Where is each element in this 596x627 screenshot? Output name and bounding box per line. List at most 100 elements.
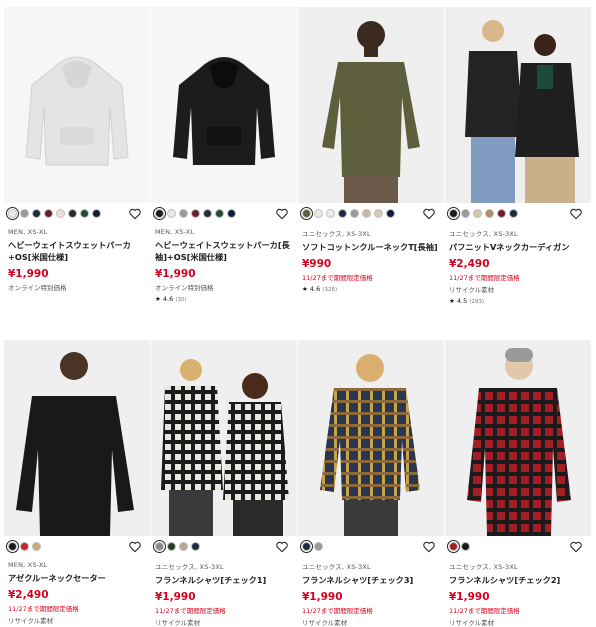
color-swatch[interactable] xyxy=(20,542,29,551)
color-swatch[interactable] xyxy=(362,209,371,218)
color-swatch[interactable] xyxy=(191,209,200,218)
color-swatch[interactable] xyxy=(80,209,89,218)
product-photo xyxy=(445,340,591,536)
heart-outline-icon[interactable] xyxy=(275,540,289,554)
product-name[interactable]: フランネルシャツ[チェック3] xyxy=(302,574,444,586)
color-swatch[interactable] xyxy=(153,207,166,220)
color-swatches xyxy=(6,207,101,220)
product-price: ¥1,990 xyxy=(155,268,196,280)
color-swatches xyxy=(153,540,200,553)
color-swatch[interactable] xyxy=(473,209,482,218)
color-swatch[interactable] xyxy=(153,540,166,553)
product-price: ¥2,490 xyxy=(8,589,49,601)
product-note: リサイクル素材 xyxy=(8,617,54,625)
product-photo xyxy=(151,7,297,203)
color-swatch[interactable] xyxy=(338,209,347,218)
product-photo xyxy=(4,340,150,536)
product-price: ¥1,990 xyxy=(302,591,343,603)
product-gender-size: ユニセックス, XS-3XL xyxy=(449,230,518,238)
product-name[interactable]: ソフトコットンクルーネックT[長袖] xyxy=(302,241,444,253)
color-swatch[interactable] xyxy=(461,209,470,218)
rating-value: ★ 4.6 xyxy=(155,295,174,303)
color-swatch[interactable] xyxy=(497,209,506,218)
color-swatch[interactable] xyxy=(20,209,29,218)
product-card[interactable]: MEN, XS-XL ヘビーウェイトスウェットパーカ+OS[米国仕様] ¥1,9… xyxy=(4,7,150,292)
product-card[interactable]: MEN, XS-XL アゼクルーネックセーター ¥2,490 11/27まで期間… xyxy=(4,340,150,625)
product-card[interactable]: ユニセックス, XS-3XL フランネルシャツ[チェック2] ¥1,990 11… xyxy=(445,340,591,627)
color-swatch[interactable] xyxy=(6,540,19,553)
rating: ★ 4.5 (293) xyxy=(449,297,591,305)
product-image[interactable] xyxy=(445,340,591,536)
product-gender-size: MEN, XS-XL xyxy=(155,228,195,236)
rating-value: ★ 4.5 xyxy=(449,297,468,305)
product-name[interactable]: アゼクルーネックセーター xyxy=(8,572,150,584)
color-swatch[interactable] xyxy=(32,209,41,218)
heart-outline-icon[interactable] xyxy=(569,207,583,221)
color-swatch[interactable] xyxy=(350,209,359,218)
promo-text: 11/27まで期間限定価格 xyxy=(449,274,520,282)
color-swatch[interactable] xyxy=(215,209,224,218)
color-swatch[interactable] xyxy=(6,207,19,220)
product-card[interactable]: MEN, XS-XL ヘビーウェイトスウェットパーカ[長袖]+OS[米国仕様] … xyxy=(151,7,297,303)
color-swatch[interactable] xyxy=(326,209,335,218)
color-swatch[interactable] xyxy=(485,209,494,218)
color-swatch[interactable] xyxy=(92,209,101,218)
product-image[interactable] xyxy=(151,7,297,203)
heart-outline-icon[interactable] xyxy=(422,540,436,554)
color-swatch[interactable] xyxy=(44,209,53,218)
color-swatch[interactable] xyxy=(447,207,460,220)
heart-outline-icon[interactable] xyxy=(422,207,436,221)
color-swatch[interactable] xyxy=(179,542,188,551)
product-card[interactable]: ユニセックス, XS-3XL フランネルシャツ[チェック3] ¥1,990 11… xyxy=(298,340,444,627)
product-price: ¥1,990 xyxy=(155,591,196,603)
color-swatch[interactable] xyxy=(68,209,77,218)
product-name[interactable]: フランネルシャツ[チェック2] xyxy=(449,574,591,586)
product-name[interactable]: ヘビーウェイトスウェットパーカ+OS[米国仕様] xyxy=(8,239,150,263)
product-name[interactable]: フランネルシャツ[チェック1] xyxy=(155,574,297,586)
color-swatch[interactable] xyxy=(167,209,176,218)
product-image[interactable] xyxy=(298,340,444,536)
color-swatch[interactable] xyxy=(461,542,470,551)
color-swatches xyxy=(6,540,41,553)
heart-outline-icon[interactable] xyxy=(569,540,583,554)
product-gender-size: ユニセックス, XS-3XL xyxy=(302,230,371,238)
product-price: ¥990 xyxy=(302,258,332,270)
color-swatch[interactable] xyxy=(300,540,313,553)
product-image[interactable] xyxy=(445,7,591,203)
color-swatch[interactable] xyxy=(56,209,65,218)
color-swatch[interactable] xyxy=(509,209,518,218)
color-swatch[interactable] xyxy=(227,209,236,218)
color-swatch[interactable] xyxy=(167,542,176,551)
product-card[interactable]: ユニセックス, XS-3XL ソフトコットンクルーネックT[長袖] ¥990 1… xyxy=(298,7,444,293)
product-image[interactable] xyxy=(4,340,150,536)
color-swatches xyxy=(447,207,518,220)
product-card[interactable]: ユニセックス, XS-3XL パフニットVネックカーディガン ¥2,490 11… xyxy=(445,7,591,305)
color-swatch[interactable] xyxy=(447,540,460,553)
product-price: ¥2,490 xyxy=(449,258,490,270)
product-image[interactable] xyxy=(151,340,297,536)
color-swatch[interactable] xyxy=(374,209,383,218)
product-photo xyxy=(298,7,444,203)
product-name[interactable]: ヘビーウェイトスウェットパーカ[長袖]+OS[米国仕様] xyxy=(155,239,297,263)
color-swatch[interactable] xyxy=(386,209,395,218)
color-swatch[interactable] xyxy=(314,542,323,551)
product-card[interactable]: ユニセックス, XS-3XL フランネルシャツ[チェック1] ¥1,990 11… xyxy=(151,340,297,627)
rating-value: ★ 4.6 xyxy=(302,285,321,293)
color-swatch[interactable] xyxy=(203,209,212,218)
product-gender-size: ユニセックス, XS-3XL xyxy=(155,563,224,571)
product-name[interactable]: パフニットVネックカーディガン xyxy=(449,241,591,253)
product-price: ¥1,990 xyxy=(8,268,49,280)
heart-outline-icon[interactable] xyxy=(128,207,142,221)
rating: ★ 4.6 (326) xyxy=(302,285,444,293)
product-image[interactable] xyxy=(298,7,444,203)
product-note: リサイクル素材 xyxy=(449,286,495,294)
color-swatches xyxy=(447,540,470,553)
color-swatch[interactable] xyxy=(191,542,200,551)
color-swatch[interactable] xyxy=(300,207,313,220)
color-swatch[interactable] xyxy=(179,209,188,218)
heart-outline-icon[interactable] xyxy=(275,207,289,221)
product-image[interactable] xyxy=(4,7,150,203)
color-swatch[interactable] xyxy=(32,542,41,551)
heart-outline-icon[interactable] xyxy=(128,540,142,554)
color-swatch[interactable] xyxy=(314,209,323,218)
